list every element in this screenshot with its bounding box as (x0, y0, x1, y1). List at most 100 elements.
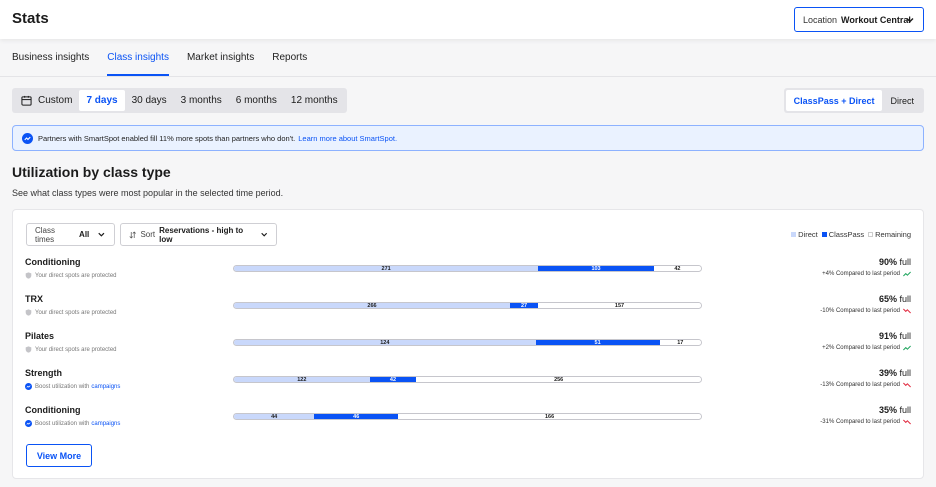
utilization-stat: 35% full -31% Compared to last period (791, 405, 911, 425)
section-title: Utilization by class type (12, 164, 171, 180)
row-note: Your direct spots are protected (25, 309, 117, 316)
campaigns-link[interactable]: campaigns (91, 421, 120, 427)
utilization-row: Pilates Your direct spots are protected 12… (25, 331, 911, 363)
comparison: +4% Compared to last period (791, 271, 911, 277)
bar-segment-classpass: 46 (314, 414, 399, 419)
class-type-name: Pilates (25, 331, 55, 341)
banner-text: Partners with SmartSpot enabled fill 11%… (38, 133, 296, 143)
utilization-bar: 266 27 157 (233, 302, 702, 309)
percent-value: 65% (878, 294, 897, 304)
trend-down-icon (903, 419, 911, 425)
percent-value: 35% (878, 405, 897, 415)
sort-value: Reservations - high to low (159, 225, 244, 244)
utilization-bar: 44 46 166 (233, 413, 702, 420)
bar-segment-remaining: 166 (398, 414, 701, 419)
comparison-text: -31% Compared to last period (820, 419, 900, 425)
location-label: Location (803, 14, 838, 25)
row-note: Your direct spots are protected (25, 346, 117, 353)
legend-classpass-swatch (821, 232, 827, 237)
bar-segment-remaining: 17 (659, 340, 701, 345)
bar-segment-remaining: 42 (653, 266, 701, 271)
campaigns-link[interactable]: campaigns (91, 384, 120, 390)
location-value: Workout Central (841, 14, 911, 25)
boost-icon (25, 420, 32, 427)
utilization-stat: 90% full +4% Compared to last period (791, 257, 911, 277)
full-label: full (899, 331, 911, 341)
view-more-button[interactable]: View More (26, 444, 92, 467)
bar-segment-direct: 266 (234, 303, 511, 308)
source-selector: ClassPass + Direct Direct (783, 88, 924, 113)
chevron-down-icon (98, 232, 105, 237)
legend-remaining: Remaining (875, 230, 911, 239)
bar-segment-classpass: 27 (510, 303, 539, 308)
period-7-days[interactable]: 7 days (79, 90, 125, 111)
bar-segment-direct: 271 (234, 266, 539, 271)
utilization-stat: 91% full +2% Compared to last period (791, 331, 911, 351)
utilization-card: Class times All Sort Reservations - high… (12, 209, 924, 479)
tab-class-insights[interactable]: Class insights (107, 52, 169, 76)
chevron-down-icon (260, 232, 267, 237)
comparison: -10% Compared to last period (791, 308, 911, 314)
period-30-days[interactable]: 30 days (125, 90, 174, 111)
full-label: full (899, 294, 911, 304)
comparison: -13% Compared to last period (791, 382, 911, 388)
class-times-label: Class times (35, 225, 56, 244)
class-times-value: All (79, 230, 90, 239)
period-custom[interactable]: Custom (14, 90, 79, 111)
sort-filter[interactable]: Sort Reservations - high to low (120, 223, 277, 246)
bar-segment-classpass: 103 (538, 266, 654, 271)
class-type-name: Conditioning (25, 405, 81, 415)
period-selector: Custom 7 days 30 days 3 months 6 months … (12, 88, 347, 113)
percent-full: 90% full (791, 257, 911, 267)
percent-full: 65% full (791, 294, 911, 304)
utilization-stat: 65% full -10% Compared to last period (791, 294, 911, 314)
tab-market-insights[interactable]: Market insights (187, 52, 254, 76)
source-direct[interactable]: Direct (882, 90, 922, 111)
shield-icon (25, 309, 32, 316)
percent-value: 90% (878, 257, 897, 267)
location-select[interactable]: Location Workout Central (794, 7, 924, 32)
tab-business-insights[interactable]: Business insights (12, 52, 89, 76)
class-type-name: TRX (25, 294, 43, 304)
source-classpass-direct[interactable]: ClassPass + Direct (785, 90, 883, 111)
chevron-down-icon (906, 18, 914, 23)
calendar-icon (21, 95, 32, 106)
full-label: full (899, 405, 911, 415)
class-type-name: Conditioning (25, 257, 81, 267)
period-3-months[interactable]: 3 months (174, 90, 229, 111)
row-note-text: Your direct spots are protected (35, 309, 117, 316)
smartspot-learn-more-link[interactable]: Learn more about SmartSpot. (298, 134, 397, 143)
trend-up-icon (903, 345, 911, 351)
comparison-text: -13% Compared to last period (820, 382, 900, 388)
utilization-bar: 124 51 17 (233, 339, 702, 346)
row-note-text: Your direct spots are protected (35, 346, 117, 353)
row-note-text: Boost utilization with (35, 383, 90, 390)
legend-direct: Direct (798, 230, 818, 239)
trend-down-icon (903, 382, 911, 388)
comparison: +2% Compared to last period (791, 345, 911, 351)
bar-segment-classpass: 51 (535, 340, 660, 345)
class-type-name: Strength (25, 368, 62, 378)
period-12-months[interactable]: 12 months (284, 90, 345, 111)
bar-segment-remaining: 256 (416, 377, 701, 382)
smartspot-banner: Partners with SmartSpot enabled fill 11%… (12, 125, 924, 151)
legend-remaining-swatch (868, 232, 874, 237)
trend-down-icon (903, 308, 911, 314)
class-times-filter[interactable]: Class times All (26, 223, 115, 246)
bar-legend: Direct ClassPass Remaining (787, 230, 911, 239)
utilization-row: Strength Boost utilization with campaigns 1… (25, 368, 911, 400)
bar-segment-direct: 124 (234, 340, 536, 345)
shield-icon (25, 346, 32, 353)
top-bar: Stats Location Workout Central (0, 0, 936, 39)
utilization-row: Conditioning Boost utilization with campai… (25, 405, 911, 437)
trend-up-icon (903, 271, 911, 277)
period-6-months[interactable]: 6 months (229, 90, 284, 111)
bar-segment-direct: 44 (234, 414, 315, 419)
row-note: Your direct spots are protected (25, 272, 117, 279)
percent-value: 91% (878, 331, 897, 341)
tabs-divider (0, 76, 936, 77)
tab-reports[interactable]: Reports (272, 52, 307, 76)
row-note-text: Boost utilization with (35, 420, 90, 427)
bar-segment-classpass: 42 (369, 377, 417, 382)
sort-icon (129, 230, 136, 239)
